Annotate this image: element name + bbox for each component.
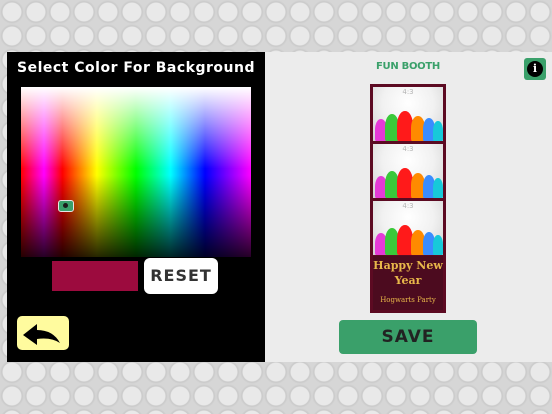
greeting-card: Happy New Year Hogwarts Party (373, 256, 443, 310)
photo-slot[interactable]: 4:3 (373, 144, 443, 198)
aspect-ratio-label: 4:3 (402, 88, 414, 96)
selected-color-swatch (52, 261, 138, 291)
info-button[interactable]: i (524, 58, 546, 80)
info-icon: i (527, 61, 543, 77)
preview-panel: FUN BOOTH i 4:3 4:3 4:3 Happy New Year H… (265, 52, 552, 362)
reset-button[interactable]: RESET (144, 258, 218, 294)
aspect-ratio-label: 4:3 (402, 145, 414, 153)
photo-strip: 4:3 4:3 4:3 Happy New Year Hogwarts Part… (370, 84, 446, 313)
panel-title: Select Color For Background (17, 60, 255, 76)
greeting-subtitle: Hogwarts Party (380, 296, 436, 304)
save-button[interactable]: SAVE (339, 320, 477, 354)
picker-cursor-icon[interactable] (58, 200, 74, 212)
aspect-ratio-label: 4:3 (402, 202, 414, 210)
back-button[interactable] (17, 316, 69, 350)
color-picker-panel: Select Color For Background RESET (7, 52, 265, 362)
photo-slot[interactable]: 4:3 (373, 87, 443, 141)
color-spectrum[interactable] (21, 87, 251, 257)
photo-slot[interactable]: 4:3 (373, 201, 443, 255)
back-arrow-icon (23, 324, 60, 345)
greeting-title: Happy New Year (373, 259, 443, 287)
funbooth-logo: FUN BOOTH (376, 61, 440, 72)
